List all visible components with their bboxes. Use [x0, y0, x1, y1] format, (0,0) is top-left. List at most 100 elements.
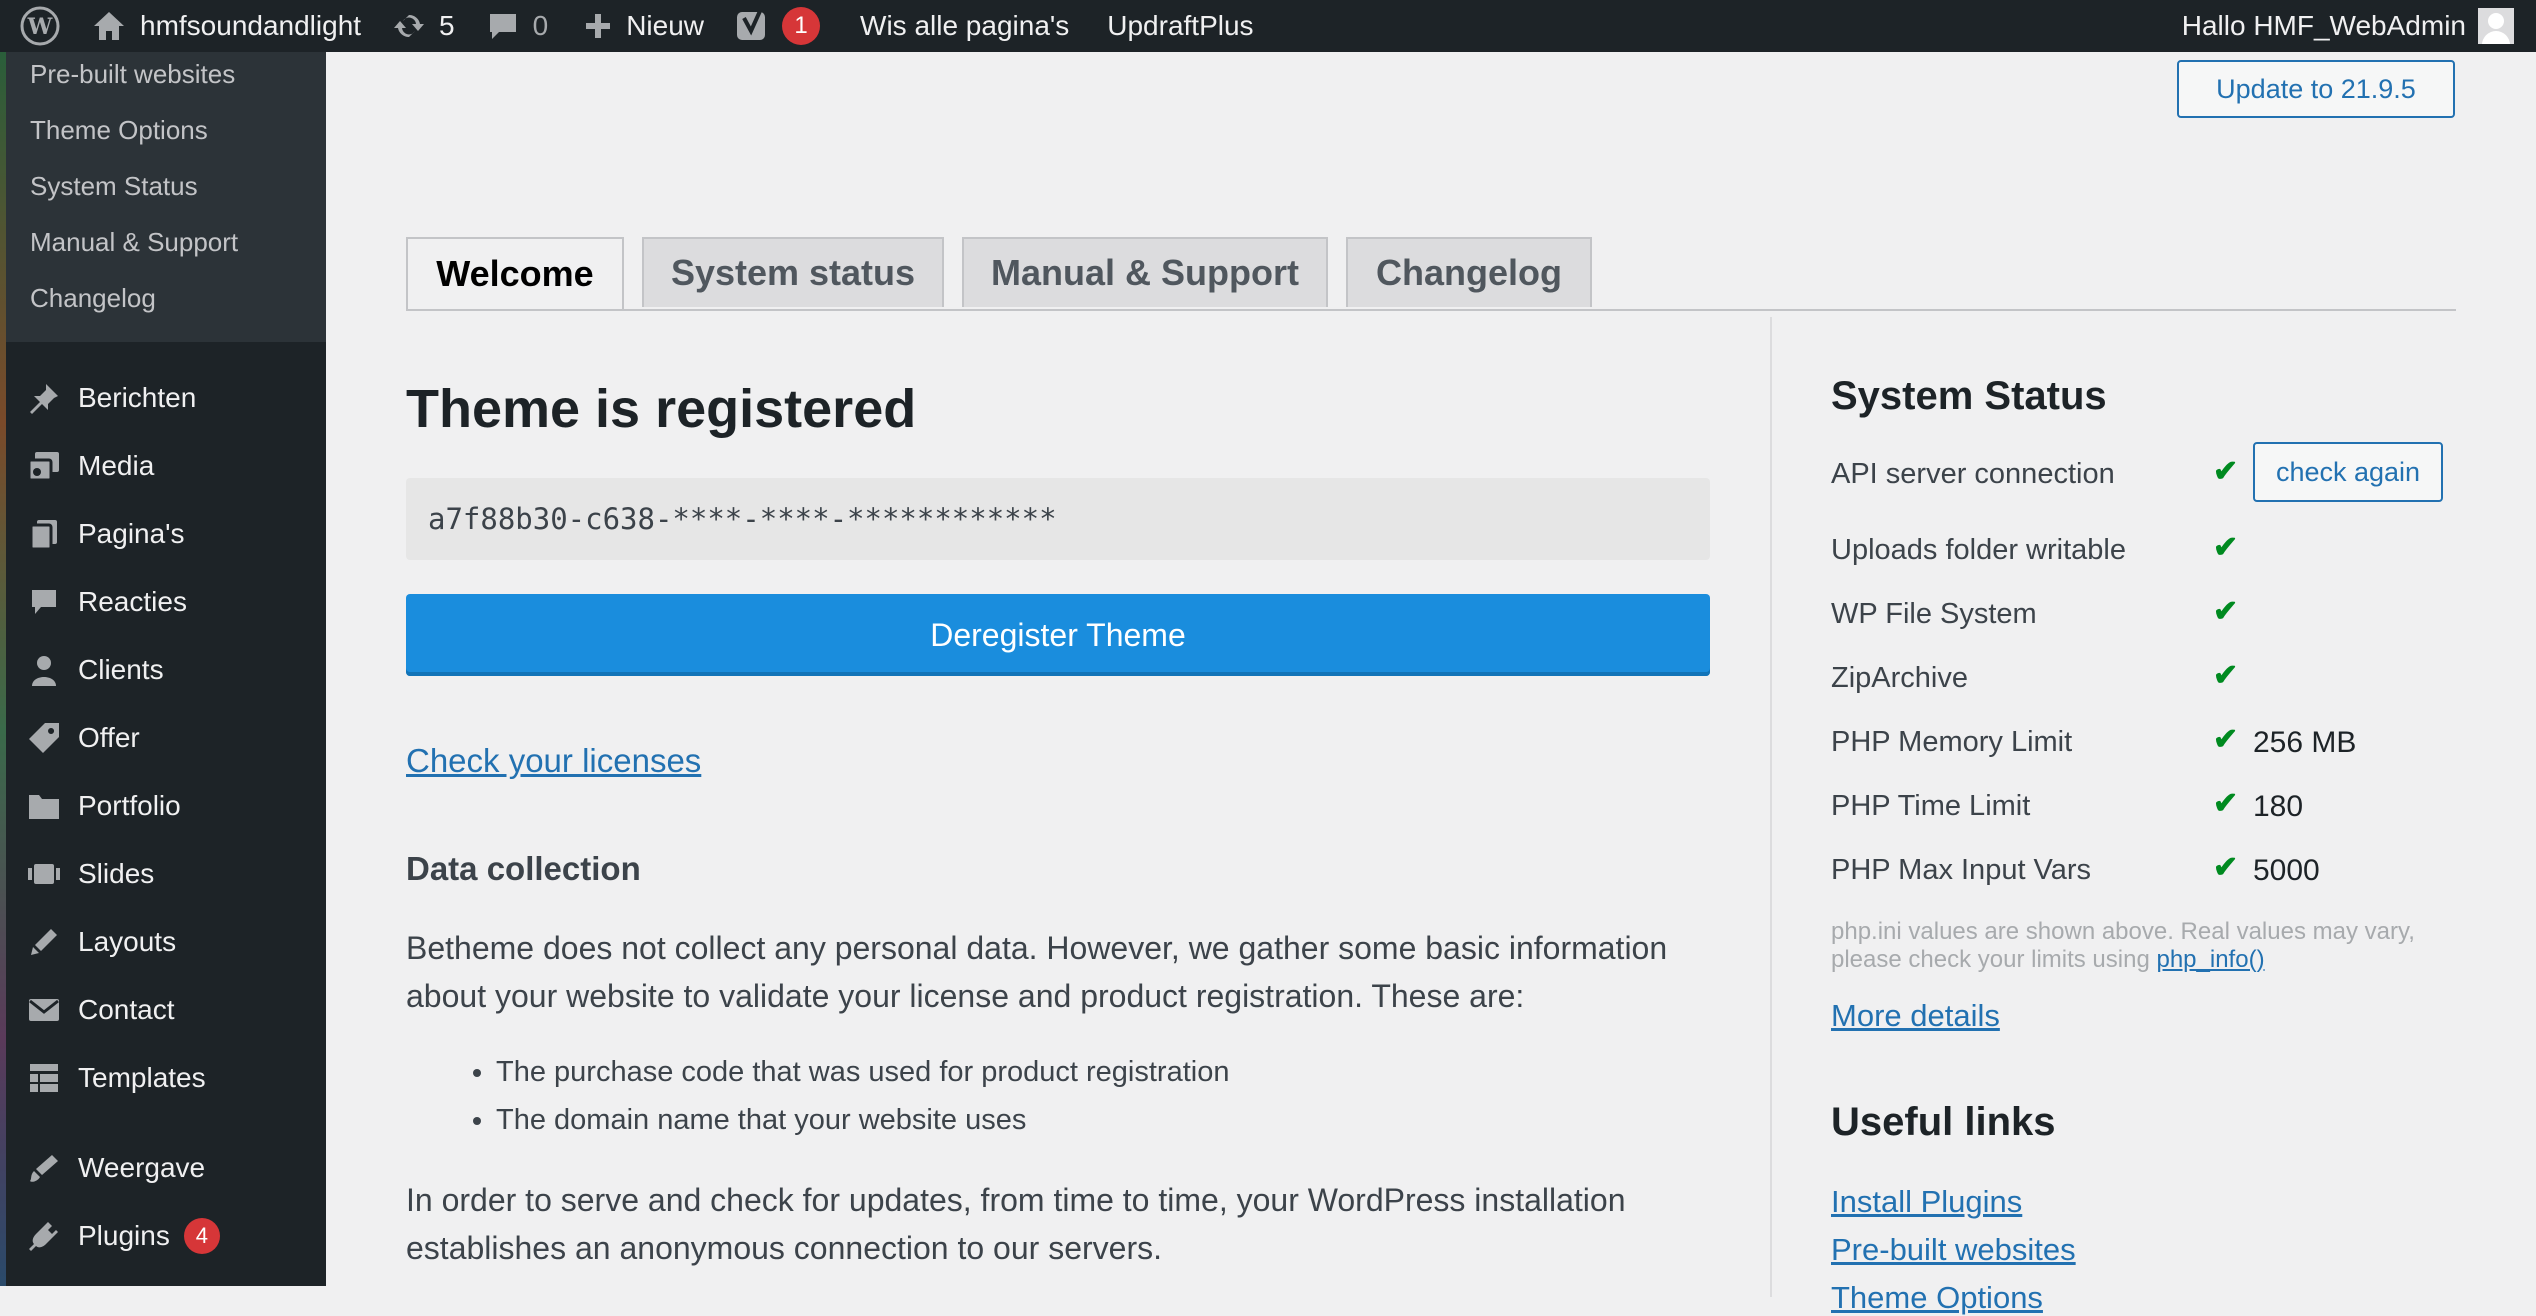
status-value: 256 MB	[2253, 726, 2357, 759]
updates-link[interactable]: 5	[393, 0, 455, 52]
status-label: PHP Memory Limit	[1831, 726, 2073, 758]
sidebar-item-templates[interactable]: Templates	[6, 1048, 326, 1108]
tab-welcome[interactable]: Welcome	[406, 237, 624, 309]
greeting: Hallo HMF_WebAdmin	[2181, 10, 2466, 41]
data-collection-outro: In order to serve and check for updates,…	[406, 1182, 1626, 1266]
sidebar-item-label: Layouts	[78, 926, 177, 957]
site-home[interactable]: hmfsoundandlight	[92, 0, 361, 52]
data-collection-list: The purchase code that was used for prod…	[406, 1048, 1229, 1144]
home-icon	[92, 10, 126, 42]
main-content: Update to 21.9.5 Welcome System status M…	[326, 52, 2536, 1315]
sidebar-item-label: Reacties	[78, 586, 187, 617]
status-row-filesystem: WP File System ✔	[1831, 590, 2471, 638]
status-row-ziparchive: ZipArchive ✔	[1831, 654, 2471, 702]
sidebar-item-layouts[interactable]: Layouts	[6, 912, 326, 972]
cut-link-2[interactable]	[926, 55, 1196, 59]
useful-links-title: Useful links	[1831, 1100, 2056, 1144]
check-licenses-link[interactable]: Check your licenses	[406, 742, 701, 780]
registration-title: Theme is registered	[406, 379, 917, 439]
sidebar-item-label: Weergave	[78, 1152, 206, 1183]
status-label: PHP Time Limit	[1831, 790, 2031, 822]
yoast-notification-badge: 1	[782, 7, 821, 45]
sidebar-item-reacties[interactable]: Reacties	[6, 572, 326, 632]
sidebar-item-slides[interactable]: Slides	[6, 844, 326, 904]
sidebar-item-weergave[interactable]: Weergave	[6, 1138, 326, 1198]
sidebar-item-offer[interactable]: Offer	[6, 708, 326, 768]
tab-system-status[interactable]: System status	[642, 237, 944, 307]
list-item: The purchase code that was used for prod…	[496, 1048, 1229, 1096]
php-note-text: php.ini values are shown above. Real val…	[1831, 918, 2415, 973]
prebuilt-websites-link[interactable]: Pre-built websites	[1831, 1232, 2076, 1268]
check-icon: ✔	[2213, 851, 2239, 884]
tab-manual-support[interactable]: Manual & Support	[962, 237, 1328, 307]
sidebar-item-media[interactable]: Media	[6, 436, 326, 496]
yoast-icon	[736, 9, 770, 43]
status-label: Uploads folder writable	[1831, 534, 2126, 566]
status-label: API server connection	[1831, 458, 2115, 490]
tab-bar: Welcome System status Manual & Support C…	[406, 185, 2456, 311]
sidebar-item-label: Berichten	[78, 382, 197, 413]
plus-icon	[584, 12, 612, 40]
check-icon: ✔	[2213, 787, 2239, 820]
list-item: The domain name that your website uses	[496, 1096, 1229, 1144]
php-info-link[interactable]: php_info()	[2156, 946, 2264, 973]
plugins-update-badge: 4	[183, 1218, 220, 1254]
submenu-theme-options[interactable]: Theme Options	[30, 115, 208, 146]
sidebar-item-label: Media	[78, 450, 155, 481]
submenu-prebuilt-websites[interactable]: Pre-built websites	[30, 59, 235, 90]
more-details-link[interactable]: More details	[1831, 998, 2000, 1034]
admin-sidebar: Pre-built websites Theme Options System …	[6, 52, 326, 1286]
new-content-link[interactable]: Nieuw	[584, 0, 704, 52]
user-icon	[26, 652, 62, 688]
sidebar-item-label: Slides	[78, 858, 155, 889]
sidebar-item-berichten[interactable]: Berichten	[6, 368, 326, 428]
sidebar-item-contact[interactable]: Contact	[6, 980, 326, 1040]
slides-icon	[26, 856, 62, 892]
status-label: ZipArchive	[1831, 662, 1968, 694]
status-row-memory: PHP Memory Limit ✔ 256 MB	[1831, 718, 2471, 766]
update-theme-button[interactable]: Update to 21.9.5	[2177, 60, 2455, 118]
submenu-system-status[interactable]: System Status	[30, 171, 198, 202]
status-label: WP File System	[1831, 598, 2037, 630]
sidebar-item-clients[interactable]: Clients	[6, 640, 326, 700]
comments-count: 0	[532, 10, 549, 41]
sidebar-item-plugins[interactable]: Plugins 4	[6, 1206, 326, 1266]
check-icon: ✔	[2213, 531, 2239, 564]
pin-icon	[26, 380, 62, 416]
submenu-changelog[interactable]: Changelog	[30, 283, 156, 314]
cut-link-1[interactable]	[486, 55, 786, 59]
tab-changelog[interactable]: Changelog	[1346, 237, 1592, 307]
sidebar-item-label: Portfolio	[78, 790, 181, 821]
yoast-menu[interactable]: 1	[736, 0, 821, 52]
appearance-icon	[26, 1150, 62, 1186]
purchase-code-field[interactable]: a7f88b30-c638-****-****-************	[406, 478, 1710, 560]
comments-link[interactable]: 0	[487, 0, 549, 52]
page-icon	[26, 516, 62, 552]
check-again-button[interactable]: check again	[2253, 442, 2443, 502]
status-value: 5000	[2253, 854, 2320, 887]
status-row-input-vars: PHP Max Input Vars ✔ 5000	[1831, 846, 2471, 894]
clear-cache-link[interactable]: Wis alle pagina's	[860, 0, 1069, 52]
status-row-time-limit: PHP Time Limit ✔ 180	[1831, 782, 2471, 830]
install-plugins-link[interactable]: Install Plugins	[1831, 1184, 2022, 1220]
check-icon: ✔	[2213, 455, 2239, 488]
check-icon: ✔	[2213, 723, 2239, 756]
status-row-uploads: Uploads folder writable ✔	[1831, 526, 2471, 574]
submenu-manual-support[interactable]: Manual & Support	[30, 227, 238, 258]
wordpress-logo-icon[interactable]: W	[20, 0, 60, 52]
deregister-theme-button[interactable]: Deregister Theme	[406, 594, 1710, 676]
refresh-icon	[393, 10, 425, 42]
theme-options-link[interactable]: Theme Options	[1831, 1280, 2043, 1316]
sidebar-item-paginas[interactable]: Pagina's	[6, 504, 326, 564]
sidebar-item-portfolio[interactable]: Portfolio	[6, 776, 326, 836]
new-label: Nieuw	[626, 10, 705, 41]
window-edge	[0, 52, 6, 1286]
data-collection-heading: Data collection	[406, 850, 641, 887]
brush-icon	[26, 924, 62, 960]
comment-icon	[26, 584, 62, 620]
updraftplus-link[interactable]: UpdraftPlus	[1107, 0, 1253, 52]
plugin-icon	[26, 1218, 62, 1254]
account-menu[interactable]: Hallo HMF_WebAdmin	[2182, 0, 2536, 52]
grid-icon	[26, 1060, 62, 1096]
updates-count: 5	[439, 10, 455, 41]
